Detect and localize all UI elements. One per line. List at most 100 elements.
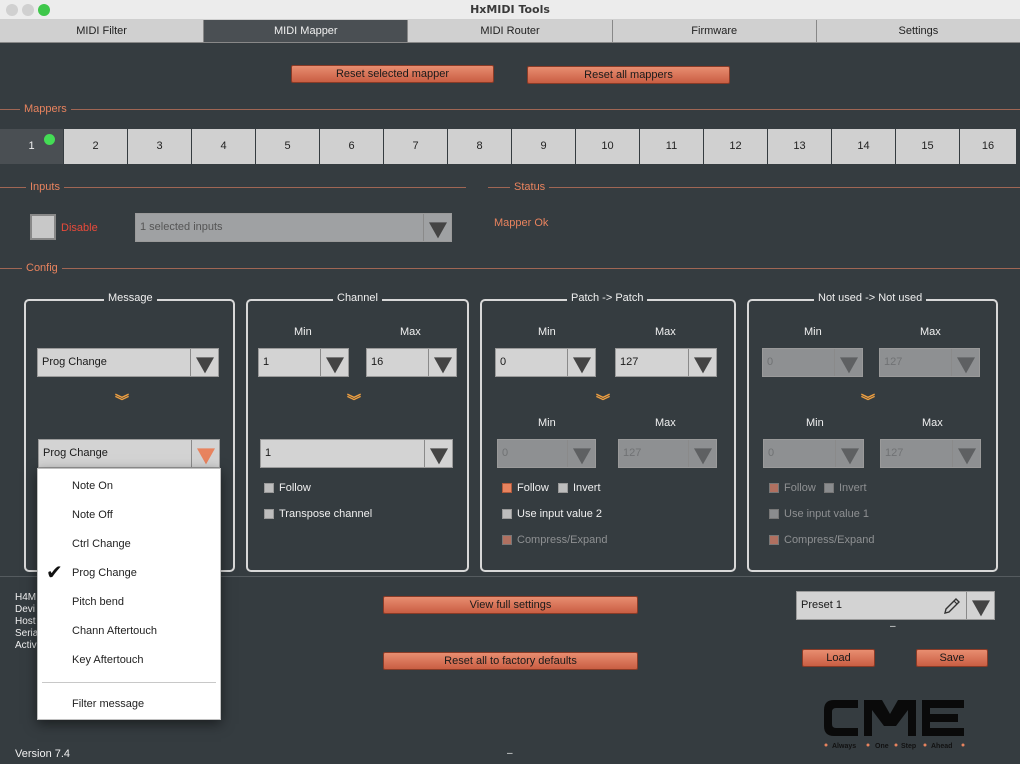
chevron-down-icon bbox=[190, 349, 218, 376]
chevron-down-icon bbox=[191, 440, 219, 467]
notused-min-select[interactable]: 0 bbox=[762, 348, 863, 377]
double-chevron-down-icon: ︾ bbox=[596, 393, 610, 409]
disable-label: Disable bbox=[61, 222, 98, 234]
device-info-line: Host bbox=[15, 616, 36, 627]
chevron-down-icon bbox=[423, 214, 451, 241]
preset-select[interactable]: Preset 1 bbox=[796, 591, 995, 620]
patch-out-min-label: Min bbox=[538, 417, 556, 429]
disable-checkbox[interactable] bbox=[30, 214, 56, 240]
transpose-channel-label: Transpose channel bbox=[279, 508, 373, 520]
tab-firmware[interactable]: Firmware bbox=[612, 20, 817, 43]
patch-out-max-label: Max bbox=[655, 417, 676, 429]
inputs-select-value: 1 selected inputs bbox=[140, 221, 223, 233]
tab-midi-filter[interactable]: MIDI Filter bbox=[0, 20, 205, 43]
mapper-7[interactable]: 7 bbox=[384, 129, 447, 164]
patch-out-min-select[interactable]: 0 bbox=[497, 439, 596, 468]
mapper-2[interactable]: 2 bbox=[64, 129, 127, 164]
main-tabs: MIDI Filter MIDI Mapper MIDI Router Firm… bbox=[0, 20, 1020, 43]
device-info-line: Activ bbox=[15, 640, 37, 651]
channel-follow-checkbox[interactable] bbox=[264, 483, 274, 493]
mapper-12[interactable]: 12 bbox=[704, 129, 767, 164]
transpose-channel-checkbox[interactable] bbox=[264, 509, 274, 519]
status-section-label: Status bbox=[510, 181, 550, 193]
mapper-11[interactable]: 11 bbox=[640, 129, 703, 164]
patch-max-select[interactable]: 127 bbox=[615, 348, 717, 377]
notused-out-max-label: Max bbox=[922, 417, 943, 429]
notused-use-input-checkbox[interactable] bbox=[769, 509, 779, 519]
message-input-value: Prog Change bbox=[42, 356, 107, 368]
message-input-select[interactable]: Prog Change bbox=[37, 348, 219, 377]
menu-separator bbox=[42, 682, 216, 683]
notused-out-max-value: 127 bbox=[885, 447, 904, 459]
message-output-value: Prog Change bbox=[43, 447, 108, 459]
message-output-select[interactable]: Prog Change bbox=[38, 439, 220, 468]
load-button[interactable]: Load bbox=[802, 649, 875, 667]
mappers-section-label: Mappers bbox=[20, 103, 71, 115]
channel-output-select[interactable]: 1 bbox=[260, 439, 453, 468]
menu-item-key-aftertouch[interactable]: Key Aftertouch bbox=[72, 654, 144, 666]
patch-use-input-label: Use input value 2 bbox=[517, 508, 602, 520]
notused-out-min-select[interactable]: 0 bbox=[763, 439, 864, 468]
notused-out-min-value: 0 bbox=[768, 447, 775, 459]
mapper-6[interactable]: 6 bbox=[320, 129, 383, 164]
notused-follow-label: Follow bbox=[784, 482, 816, 494]
notused-out-max-select[interactable]: 127 bbox=[880, 439, 981, 468]
reset-factory-defaults-button[interactable]: Reset all to factory defaults bbox=[383, 652, 638, 670]
preset-subtext: – bbox=[890, 621, 896, 632]
channel-max-select[interactable]: 16 bbox=[366, 348, 457, 377]
patch-use-input-checkbox[interactable] bbox=[502, 509, 512, 519]
patch-invert-checkbox[interactable] bbox=[558, 483, 568, 493]
menu-item-prog-change[interactable]: Prog Change bbox=[72, 567, 137, 579]
chevron-down-icon bbox=[688, 349, 716, 376]
pencil-icon[interactable] bbox=[938, 592, 966, 619]
mapper-5[interactable]: 5 bbox=[256, 129, 319, 164]
mapper-4[interactable]: 4 bbox=[192, 129, 255, 164]
menu-item-note-on[interactable]: Note On bbox=[72, 480, 113, 492]
patch-out-max-select[interactable]: 127 bbox=[618, 439, 717, 468]
mapper-15[interactable]: 15 bbox=[896, 129, 959, 164]
tab-midi-mapper[interactable]: MIDI Mapper bbox=[204, 20, 409, 43]
mapper-9[interactable]: 9 bbox=[512, 129, 575, 164]
inputs-section-label: Inputs bbox=[26, 181, 64, 193]
notused-invert-checkbox[interactable] bbox=[824, 483, 834, 493]
channel-min-value: 1 bbox=[263, 356, 270, 368]
patch-follow-checkbox[interactable] bbox=[502, 483, 512, 493]
reset-selected-mapper-button[interactable]: Reset selected mapper bbox=[291, 65, 494, 83]
channel-min-select[interactable]: 1 bbox=[258, 348, 349, 377]
channel-max-label: Max bbox=[400, 326, 421, 338]
reset-all-mappers-button[interactable]: Reset all mappers bbox=[527, 66, 730, 84]
notused-min-label: Min bbox=[804, 326, 822, 338]
inputs-divider bbox=[0, 187, 466, 188]
mapper-10[interactable]: 10 bbox=[576, 129, 639, 164]
notused-follow-checkbox[interactable] bbox=[769, 483, 779, 493]
inputs-select[interactable]: 1 selected inputs bbox=[135, 213, 452, 242]
notused-max-select[interactable]: 127 bbox=[879, 348, 980, 377]
menu-item-pitch-bend[interactable]: Pitch bend bbox=[72, 596, 124, 608]
chevron-down-icon bbox=[428, 349, 456, 376]
mapper-1[interactable]: 1 bbox=[0, 129, 63, 164]
mappers-divider bbox=[0, 109, 1020, 110]
menu-item-ctrl-change[interactable]: Ctrl Change bbox=[72, 538, 131, 550]
patch-min-select[interactable]: 0 bbox=[495, 348, 596, 377]
mapper-16[interactable]: 16 bbox=[960, 129, 1016, 164]
message-type-menu: Note On Note Off Ctrl Change ✔ Prog Chan… bbox=[37, 468, 221, 720]
notused-compress-label: Compress/Expand bbox=[784, 534, 875, 546]
view-full-settings-button[interactable]: View full settings bbox=[383, 596, 638, 614]
menu-item-chann-aftertouch[interactable]: Chann Aftertouch bbox=[72, 625, 157, 637]
save-button[interactable]: Save bbox=[916, 649, 988, 667]
menu-item-note-off[interactable]: Note Off bbox=[72, 509, 113, 521]
mapper-8[interactable]: 8 bbox=[448, 129, 511, 164]
notused-compress-checkbox[interactable] bbox=[769, 535, 779, 545]
tab-midi-router[interactable]: MIDI Router bbox=[408, 20, 613, 43]
patch-compress-checkbox[interactable] bbox=[502, 535, 512, 545]
mapper-13[interactable]: 13 bbox=[768, 129, 831, 164]
mapper-14[interactable]: 14 bbox=[832, 129, 895, 164]
mapper-selector: 1 2 3 4 5 6 7 8 9 10 11 12 13 14 15 16 bbox=[0, 129, 1020, 164]
tab-settings[interactable]: Settings bbox=[816, 20, 1020, 43]
mapper-3[interactable]: 3 bbox=[128, 129, 191, 164]
patch-out-min-value: 0 bbox=[502, 447, 509, 459]
menu-item-filter-message[interactable]: Filter message bbox=[72, 698, 144, 710]
chevron-down-icon bbox=[834, 349, 862, 376]
notused-invert-label: Invert bbox=[839, 482, 867, 494]
chevron-down-icon bbox=[951, 349, 979, 376]
